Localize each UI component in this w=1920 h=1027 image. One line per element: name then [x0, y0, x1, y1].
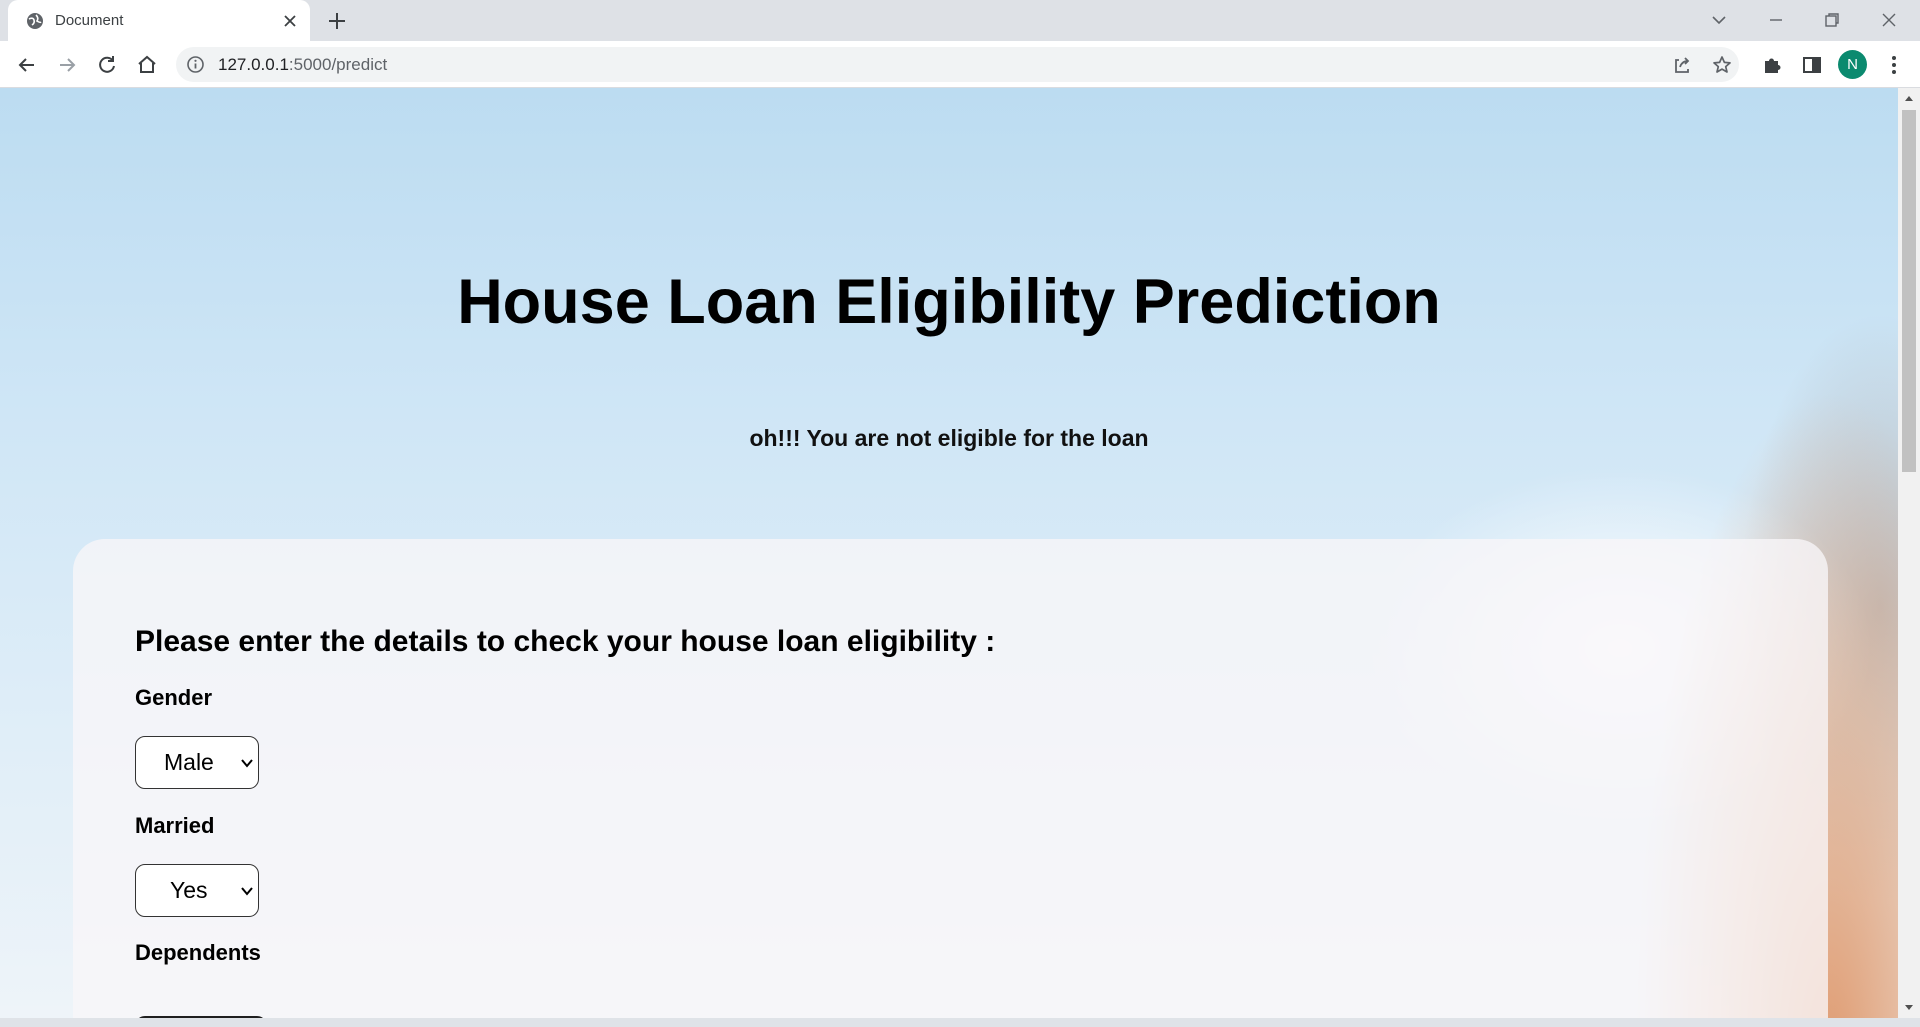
side-panel-icon[interactable]	[1799, 52, 1825, 78]
gender-label: Gender	[135, 685, 213, 710]
restore-icon[interactable]	[1820, 8, 1844, 32]
address-bar[interactable]: 127.0.0.1:5000/predict	[176, 47, 1739, 82]
url-path: :5000/predict	[288, 55, 388, 74]
avatar[interactable]: N	[1838, 50, 1867, 79]
page-viewport: House Loan Eligibility Prediction oh!!! …	[0, 88, 1898, 1018]
forward-arrow-icon[interactable]	[54, 52, 80, 78]
star-icon[interactable]	[1711, 54, 1733, 76]
married-label: Married	[135, 813, 215, 838]
info-icon[interactable]	[186, 55, 205, 74]
kebab-menu-icon[interactable]	[1881, 52, 1907, 78]
tab-title: Document	[55, 12, 124, 29]
share-icon[interactable]	[1671, 54, 1693, 76]
plus-icon[interactable]	[326, 10, 348, 32]
browser-tab[interactable]: Document	[8, 0, 310, 41]
dependents-label: Dependents	[135, 940, 261, 965]
gender-value: Male	[164, 749, 214, 775]
home-icon[interactable]	[134, 52, 160, 78]
tab-search-chevron-icon[interactable]	[1707, 8, 1731, 32]
scroll-thumb[interactable]	[1902, 110, 1916, 472]
browser-toolbar: 127.0.0.1:5000/predict N	[0, 41, 1920, 88]
globe-icon	[27, 13, 43, 29]
chevron-down-icon	[241, 759, 253, 768]
close-icon[interactable]	[280, 11, 300, 31]
married-value: Yes	[170, 877, 208, 903]
puzzle-icon[interactable]	[1759, 52, 1785, 78]
window-bottom-edge	[0, 1018, 1920, 1027]
url-text[interactable]: 127.0.0.1:5000/predict	[218, 55, 387, 75]
window-close-icon[interactable]	[1877, 8, 1901, 32]
loan-form: Please enter the details to check your h…	[73, 539, 1828, 1018]
form-heading: Please enter the details to check your h…	[135, 625, 996, 658]
gender-select[interactable]: Male	[135, 736, 259, 789]
page-title: House Loan Eligibility Prediction	[457, 267, 1441, 337]
url-host: 127.0.0.1	[218, 55, 289, 74]
page-scrollbar[interactable]	[1898, 88, 1920, 1018]
scroll-down-icon[interactable]	[1903, 1001, 1915, 1013]
minimize-icon[interactable]	[1764, 8, 1788, 32]
tab-strip: Document	[0, 0, 1920, 41]
chevron-down-icon	[241, 887, 253, 896]
married-select[interactable]: Yes	[135, 864, 259, 917]
back-arrow-icon[interactable]	[14, 52, 40, 78]
prediction-result: oh!!! You are not eligible for the loan	[749, 425, 1149, 451]
reload-icon[interactable]	[94, 52, 120, 78]
scroll-up-icon[interactable]	[1903, 93, 1915, 105]
